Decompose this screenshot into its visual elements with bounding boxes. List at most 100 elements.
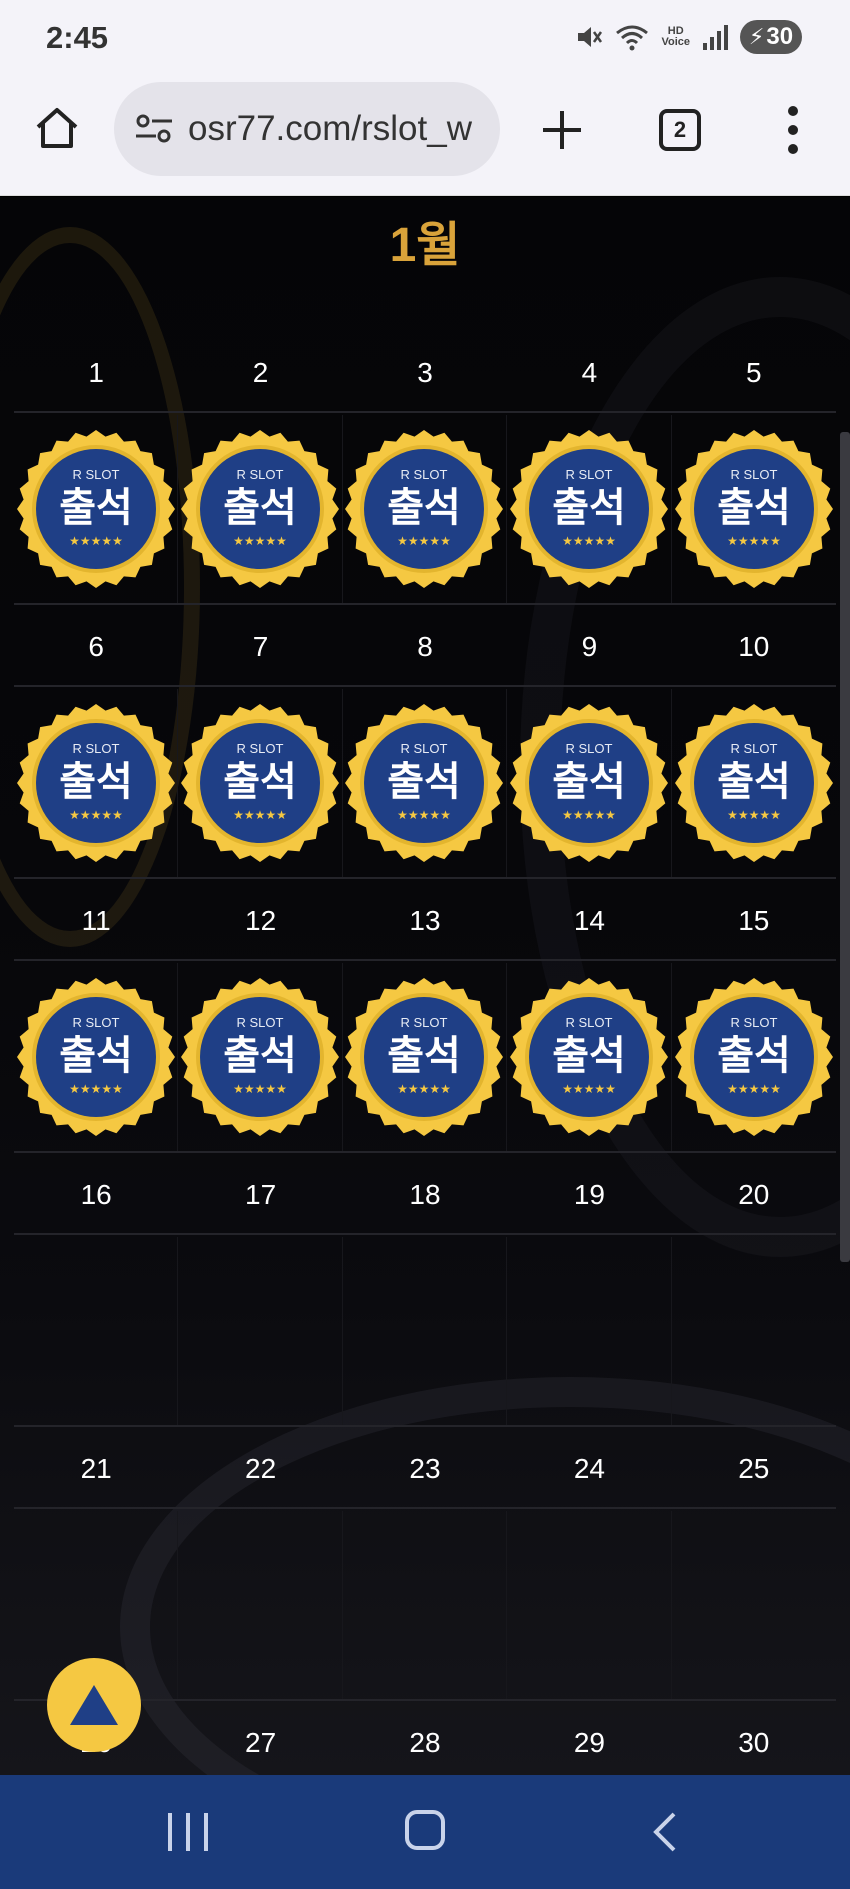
stamp-stars: ★★★★★: [398, 808, 452, 822]
day-number: 8: [417, 631, 433, 662]
home-nav-icon[interactable]: [405, 1810, 445, 1850]
more-menu-icon[interactable]: [781, 106, 805, 154]
site-settings-icon[interactable]: [134, 114, 174, 144]
stamp-label: 출석: [59, 759, 133, 805]
stamp-brand: R SLOT: [565, 467, 612, 482]
stamp-stars: ★★★★★: [398, 1082, 452, 1096]
scrollbar-thumb[interactable]: [840, 432, 850, 1262]
calendar-day-cell[interactable]: R SLOT 출석 ★★★★★: [672, 963, 836, 1151]
stamp-label: 출석: [717, 485, 791, 531]
battery-level: 30: [766, 23, 794, 50]
day-number-row: 6 7 8 9 10: [14, 607, 836, 687]
attendance-stamp-icon: R SLOT 출석 ★★★★★: [674, 978, 833, 1136]
stamp-label: 출석: [717, 1033, 791, 1079]
day-number-row: 1 2 3 4 5: [14, 333, 836, 413]
day-number: 2: [252, 357, 269, 388]
back-icon[interactable]: [650, 1811, 680, 1853]
stamp-stars: ★★★★★: [69, 534, 123, 548]
calendar-week: 21 22 23 24 25: [14, 1429, 836, 1703]
stamp-stars: ★★★★★: [727, 808, 781, 822]
day-number-row: 11 12 13 14 15: [14, 881, 836, 961]
stamp-brand: R SLOT: [401, 741, 448, 756]
day-number: 22: [245, 1453, 277, 1484]
day-number: 21: [80, 1453, 112, 1484]
day-number: 20: [738, 1179, 770, 1210]
calendar-day-cell[interactable]: R SLOT 출석 ★★★★★: [672, 689, 836, 877]
calendar-day-cell[interactable]: R SLOT 출석 ★★★★★: [14, 415, 179, 603]
stamp-stars: ★★★★★: [562, 808, 616, 822]
calendar-week: 11 12 13 14 15 R SLOT 출석 ★★★★★ R SLOT 출석 ★★★★★ R SL…: [14, 881, 836, 1155]
stamp-label: 출석: [59, 1033, 133, 1079]
stamp-label: 출석: [552, 759, 626, 805]
status-time: 2:45: [46, 20, 109, 55]
day-number: 18: [409, 1179, 441, 1210]
calendar-day-cell[interactable]: R SLOT 출석 ★★★★★: [343, 415, 508, 603]
mute-icon: [578, 27, 603, 47]
month-title: 1월: [389, 219, 461, 272]
recent-apps-icon[interactable]: [168, 1813, 208, 1851]
calendar-day-cell[interactable]: [343, 1511, 508, 1699]
stamp-brand: R SLOT: [730, 467, 777, 482]
stamp-brand: R SLOT: [72, 741, 119, 756]
calendar-day-cell[interactable]: R SLOT 출석 ★★★★★: [178, 963, 343, 1151]
tab-switcher-button[interactable]: 2: [659, 109, 701, 151]
stamp-brand: R SLOT: [401, 1015, 448, 1030]
address-bar[interactable]: osr77.com/rslot_w: [114, 82, 500, 176]
calendar-day-cell[interactable]: R SLOT 출석 ★★★★★: [343, 689, 508, 877]
calendar-week: 1 2 3 4 5 R SLOT 출석 ★★★★★ R SLOT 출석 ★★★★★ R SLOT 출석 ★…: [14, 333, 836, 607]
calendar-day-cell[interactable]: R SLOT 출석 ★★★★★: [178, 689, 343, 877]
attendance-stamp-icon: R SLOT 출석 ★★★★★: [181, 430, 340, 588]
calendar-day-cell[interactable]: R SLOT 출석 ★★★★★: [507, 415, 672, 603]
calendar-day-cell[interactable]: R SLOT 출석 ★★★★★: [14, 689, 179, 877]
stamp-label: 출석: [552, 485, 626, 531]
stamp-label: 출석: [388, 759, 462, 805]
day-number: 13: [409, 905, 441, 936]
calendar-day-cell[interactable]: [178, 1237, 343, 1425]
calendar-day-cell[interactable]: [507, 1237, 672, 1425]
calendar-day-cell[interactable]: R SLOT 출석 ★★★★★: [507, 963, 672, 1151]
day-number: 15: [738, 905, 770, 936]
stamp-brand: R SLOT: [730, 1015, 777, 1030]
calendar-day-cell[interactable]: R SLOT 출석 ★★★★★: [343, 963, 508, 1151]
stamp-stars: ★★★★★: [233, 1082, 287, 1096]
calendar-day-cell[interactable]: R SLOT 출석 ★★★★★: [14, 963, 179, 1151]
calendar-day-cell[interactable]: [672, 1511, 836, 1699]
stamp-label: 출석: [223, 1033, 297, 1079]
stamp-label: 출석: [59, 485, 133, 531]
home-icon[interactable]: [34, 105, 80, 151]
day-number: 9: [581, 631, 598, 662]
day-number: 14: [573, 905, 605, 936]
stamp-stars: ★★★★★: [562, 1082, 616, 1096]
stamp-stars: ★★★★★: [562, 534, 616, 548]
charging-bolt-icon: ⚡: [748, 24, 765, 49]
stamp-stars: ★★★★★: [398, 534, 452, 548]
day-number: 3: [417, 357, 433, 388]
system-nav-bar: [0, 1775, 850, 1889]
calendar-day-cell[interactable]: R SLOT 출석 ★★★★★: [672, 415, 836, 603]
calendar-day-cell[interactable]: [507, 1511, 672, 1699]
new-tab-icon[interactable]: [540, 108, 584, 152]
signal-icon: [703, 25, 728, 50]
calendar-day-cell[interactable]: [672, 1237, 836, 1425]
scroll-to-top-button[interactable]: [47, 1658, 141, 1752]
page-content: 1월 12345R SLOT 출석 ★★★★★ R SLOT 출석 ★★★★★ R SLOT…: [0, 197, 850, 1775]
day-number: 30: [738, 1727, 770, 1758]
calendar-day-cell[interactable]: [343, 1237, 508, 1425]
calendar-day-cell[interactable]: R SLOT 출석 ★★★★★: [178, 415, 343, 603]
calendar-day-cell[interactable]: R SLOT 출석 ★★★★★: [507, 689, 672, 877]
url-text[interactable]: osr77.com/rslot_w: [188, 109, 472, 149]
stamp-label: 출석: [717, 759, 791, 805]
hd-voice-icon: HD Voice: [661, 25, 690, 48]
calendar-day-cell[interactable]: [14, 1237, 179, 1425]
day-number: 4: [581, 357, 598, 388]
wifi-icon: [616, 25, 649, 51]
calendar-day-cell[interactable]: [178, 1511, 343, 1699]
stamp-row: R SLOT 출석 ★★★★★ R SLOT 출석 ★★★★★ R SLOT 출석 ★★★★★ R…: [14, 689, 836, 879]
day-number: 28: [409, 1727, 441, 1758]
attendance-stamp-icon: R SLOT 출석 ★★★★★: [509, 978, 668, 1136]
stamp-brand: R SLOT: [730, 741, 777, 756]
day-number: 25: [738, 1453, 770, 1484]
browser-toolbar: osr77.com/rslot_w 2: [0, 78, 850, 196]
day-number: 10: [738, 631, 770, 662]
stamp-stars: ★★★★★: [69, 1082, 123, 1096]
